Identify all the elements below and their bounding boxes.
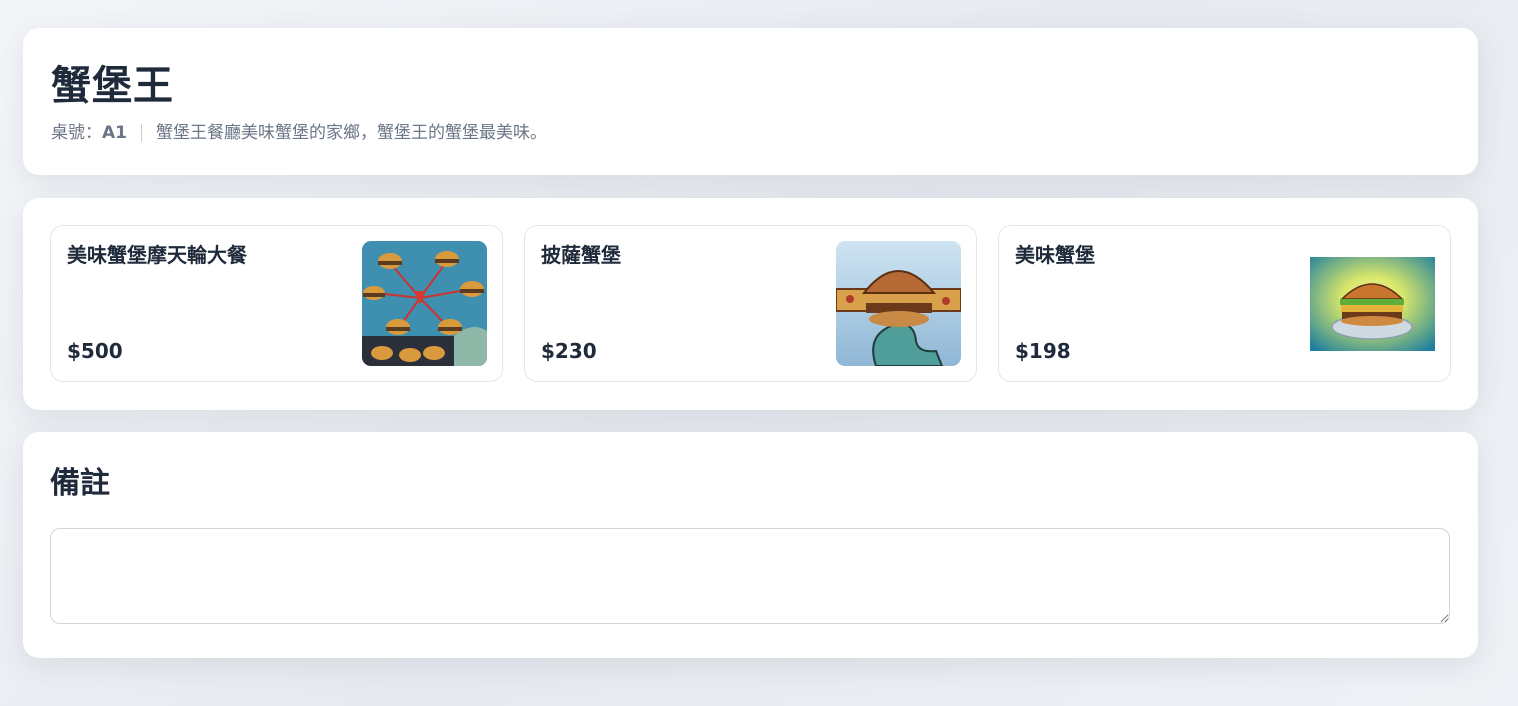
menu-item-name: 美味蟹堡 — [1015, 243, 1095, 267]
menu-item-price: $230 — [541, 339, 597, 363]
menu-item[interactable]: 美味蟹堡摩天輪大餐 $500 — [50, 225, 503, 382]
menu-item[interactable]: 披薩蟹堡 $230 — [524, 225, 977, 382]
menu-item-price: $500 — [67, 339, 123, 363]
header-subtitle: 桌號： A1 蟹堡王餐廳美味蟹堡的家鄉，蟹堡王的蟹堡最美味。 — [51, 122, 1450, 144]
menu-grid: 美味蟹堡摩天輪大餐 $500 披薩蟹堡 $230 美味蟹堡 $198 — [50, 225, 1451, 382]
menu-item-name: 美味蟹堡摩天輪大餐 — [67, 243, 247, 267]
notes-title: 備註 — [50, 466, 110, 501]
krabby-patty-ferris-wheel-image — [362, 241, 487, 366]
menu-item-name: 披薩蟹堡 — [541, 243, 621, 267]
restaurant-description: 蟹堡王餐廳美味蟹堡的家鄉，蟹堡王的蟹堡最美味。 — [156, 123, 547, 143]
page-title: 蟹堡王 — [51, 63, 174, 109]
menu-card: 美味蟹堡摩天輪大餐 $500 披薩蟹堡 $230 美味蟹堡 $198 — [23, 198, 1478, 410]
table-number: A1 — [102, 123, 127, 143]
krabby-patty-image — [1310, 257, 1435, 351]
menu-item-price: $198 — [1015, 339, 1071, 363]
notes-card: 備註 — [23, 432, 1478, 658]
header-card: 蟹堡王 桌號： A1 蟹堡王餐廳美味蟹堡的家鄉，蟹堡王的蟹堡最美味。 — [23, 28, 1478, 175]
menu-item[interactable]: 美味蟹堡 $198 — [998, 225, 1451, 382]
pizza-krabby-patty-image — [836, 241, 961, 366]
notes-input[interactable] — [50, 528, 1450, 624]
table-label: 桌號： — [51, 123, 102, 143]
subtitle-divider — [141, 124, 142, 142]
